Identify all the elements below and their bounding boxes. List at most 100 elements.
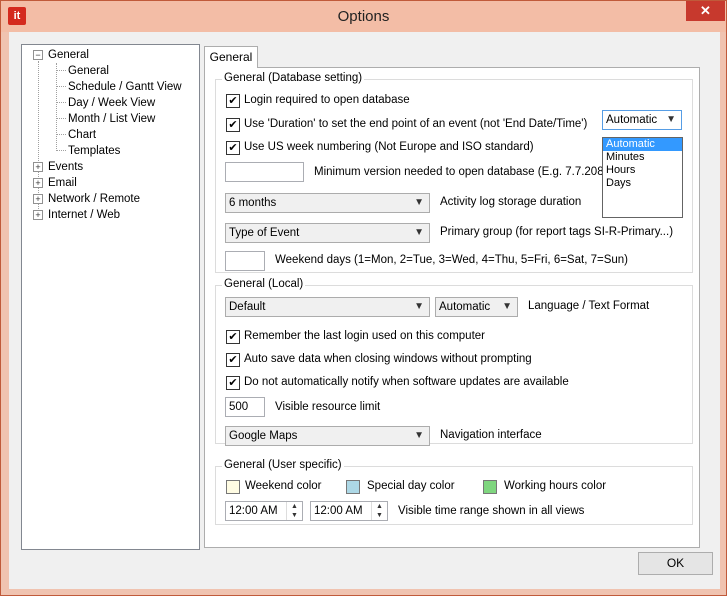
expand-icon[interactable]: + <box>33 194 43 204</box>
duration-unit-dropdown-list[interactable]: Automatic Minutes Hours Days <box>602 137 683 218</box>
time-end-value: 12:00 AM <box>314 505 363 517</box>
tree-connector <box>57 86 66 87</box>
dropdown-option-hours[interactable]: Hours <box>603 164 682 177</box>
tree-guide-line <box>38 61 39 213</box>
chevron-down-icon: ▼ <box>414 430 424 441</box>
expand-icon[interactable]: + <box>33 210 43 220</box>
spin-down-icon[interactable]: ▼ <box>372 511 387 520</box>
tree-item-label: Events <box>48 161 84 173</box>
text-format-select[interactable]: Automatic ▼ <box>435 297 518 317</box>
ok-button[interactable]: OK <box>638 552 713 575</box>
tree-item-templates[interactable]: Templates <box>68 143 120 159</box>
tree-item-day-week[interactable]: Day / Week View <box>68 95 155 111</box>
weekend-color-swatch[interactable] <box>226 480 240 494</box>
tree-item-general-sub[interactable]: General <box>68 63 109 79</box>
resource-limit-input[interactable]: 500 <box>225 397 265 417</box>
group-title: General (User specific) <box>222 459 344 471</box>
chevron-down-icon: ▼ <box>414 301 424 312</box>
spinner-buttons: ▲ ▼ <box>371 502 387 520</box>
close-button[interactable]: ✕ <box>686 1 725 21</box>
chevron-down-icon: ▼ <box>666 114 676 125</box>
tab-general[interactable]: General <box>204 46 258 68</box>
chevron-down-icon: ▼ <box>414 197 424 208</box>
user-settings-group: General (User specific) Weekend color Sp… <box>215 459 693 525</box>
expand-icon[interactable]: + <box>33 178 43 188</box>
group-title: General (Local) <box>222 278 306 290</box>
activity-log-value: 6 months <box>229 197 277 209</box>
spin-down-icon[interactable]: ▼ <box>287 511 302 520</box>
language-text-format-label: Language / Text Format <box>528 300 650 312</box>
no-notify-label: Do not automatically notify when softwar… <box>244 376 569 388</box>
primary-group-value: Type of Event <box>229 227 300 239</box>
weekend-days-input[interactable] <box>225 251 265 271</box>
spin-up-icon[interactable]: ▲ <box>287 502 302 511</box>
min-version-input[interactable] <box>225 162 304 182</box>
spinner-buttons: ▲ ▼ <box>286 502 302 520</box>
tree-guide-line <box>56 63 57 151</box>
special-day-color-swatch[interactable] <box>346 480 360 494</box>
login-required-checkbox[interactable]: ✔ <box>226 94 240 108</box>
time-range-label: Visible time range shown in all views <box>398 505 585 517</box>
special-day-color-label: Special day color <box>367 480 455 492</box>
min-version-label: Minimum version needed to open database … <box>314 166 608 178</box>
window-title: Options <box>337 8 390 25</box>
auto-save-checkbox[interactable]: ✔ <box>226 353 240 367</box>
tree-item-label: General <box>48 49 89 61</box>
working-hours-color-label: Working hours color <box>504 480 607 492</box>
expand-icon[interactable]: + <box>33 162 43 172</box>
local-settings-group: General (Local) Default ▼ Automatic ▼ La… <box>215 278 693 446</box>
resource-limit-label: Visible resource limit <box>275 401 381 413</box>
tree-connector <box>57 134 66 135</box>
us-week-numbering-label: Use US week numbering (Not Europe and IS… <box>244 141 534 153</box>
activity-log-select[interactable]: 6 months ▼ <box>225 193 430 213</box>
group-title: General (Database setting) <box>222 72 365 84</box>
us-week-numbering-checkbox[interactable]: ✔ <box>226 141 240 155</box>
login-required-label: Login required to open database <box>244 94 410 106</box>
tree-connector <box>57 118 66 119</box>
title-bar: it Options ✕ <box>1 1 726 32</box>
duration-unit-value: Automatic <box>606 114 658 126</box>
use-duration-checkbox[interactable]: ✔ <box>226 118 240 132</box>
client-area: − General General Schedule / Gantt View … <box>9 32 720 589</box>
text-format-value: Automatic <box>439 301 491 313</box>
navigation-interface-select[interactable]: Google Maps ▼ <box>225 426 430 446</box>
primary-group-label: Primary group (for report tags SI-R-Prim… <box>440 226 674 238</box>
tree-item-label: Internet / Web <box>48 209 121 221</box>
settings-tree[interactable]: − General General Schedule / Gantt View … <box>21 44 200 550</box>
chevron-down-icon: ▼ <box>502 301 512 312</box>
collapse-icon[interactable]: − <box>33 50 43 60</box>
remember-login-label: Remember the last login used on this com… <box>244 330 485 342</box>
dropdown-option-minutes[interactable]: Minutes <box>603 151 682 164</box>
tree-connector <box>57 150 66 151</box>
tree-item-label: Network / Remote <box>48 193 141 205</box>
language-select[interactable]: Default ▼ <box>225 297 430 317</box>
dropdown-option-days[interactable]: Days <box>603 177 682 190</box>
navigation-interface-value: Google Maps <box>229 430 298 442</box>
weekend-color-label: Weekend color <box>245 480 322 492</box>
options-window: it Options ✕ − General General Schedule … <box>0 0 727 596</box>
tree-item-label: Email <box>48 177 77 189</box>
tree-connector <box>57 70 66 71</box>
no-notify-checkbox[interactable]: ✔ <box>226 376 240 390</box>
time-range-start-spinner[interactable]: 12:00 AM ▲ ▼ <box>225 501 303 521</box>
tree-item-month-list[interactable]: Month / List View <box>68 111 155 127</box>
use-duration-label: Use 'Duration' to set the end point of a… <box>244 118 588 130</box>
chevron-down-icon: ▼ <box>414 227 424 238</box>
tree-item-chart[interactable]: Chart <box>68 127 96 143</box>
dropdown-option-automatic[interactable]: Automatic <box>603 138 682 151</box>
activity-log-label: Activity log storage duration <box>440 196 582 208</box>
language-value: Default <box>229 301 266 313</box>
resource-limit-value: 500 <box>229 401 249 413</box>
time-range-end-spinner[interactable]: 12:00 AM ▲ ▼ <box>310 501 388 521</box>
duration-unit-select[interactable]: Automatic ▼ <box>602 110 682 130</box>
working-hours-color-swatch[interactable] <box>483 480 497 494</box>
remember-login-checkbox[interactable]: ✔ <box>226 330 240 344</box>
auto-save-label: Auto save data when closing windows with… <box>244 353 532 365</box>
tree-connector <box>57 102 66 103</box>
tree-item-schedule-gantt[interactable]: Schedule / Gantt View <box>68 79 182 95</box>
weekend-days-label: Weekend days (1=Mon, 2=Tue, 3=Wed, 4=Thu… <box>275 254 628 266</box>
primary-group-select[interactable]: Type of Event ▼ <box>225 223 430 243</box>
navigation-interface-label: Navigation interface <box>440 429 542 441</box>
spin-up-icon[interactable]: ▲ <box>372 502 387 511</box>
time-start-value: 12:00 AM <box>229 505 278 517</box>
